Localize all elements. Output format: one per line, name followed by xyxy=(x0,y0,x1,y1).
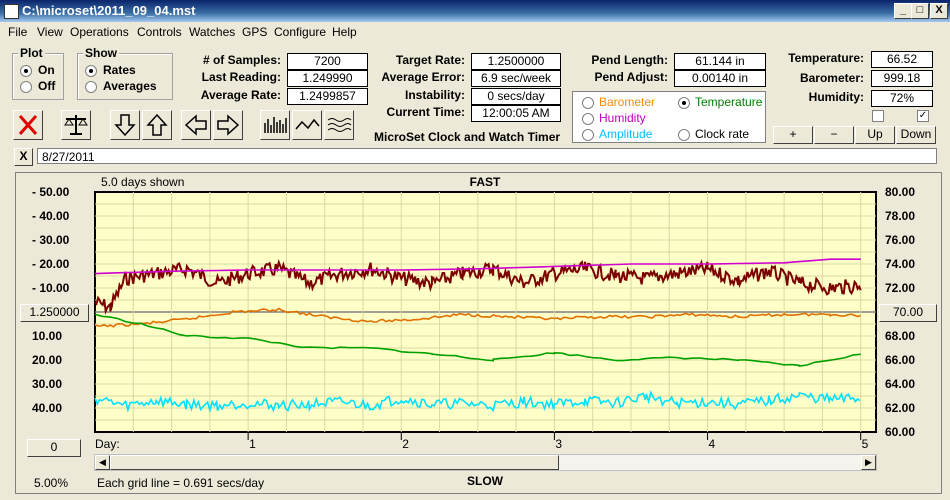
left-tick-label: - 40.00 xyxy=(32,209,70,223)
right-tick-label: 66.00 xyxy=(885,353,915,367)
right-tick-label: 68.00 xyxy=(885,329,915,343)
left-tick-label: 10.00 xyxy=(32,329,62,343)
x-tick-label: 5 xyxy=(862,437,869,451)
right-tick-label: 64.00 xyxy=(885,377,915,391)
left-tick-label: 40.00 xyxy=(32,401,62,415)
x-tick-label: 1 xyxy=(249,437,256,451)
right-tick-label: 62.00 xyxy=(885,401,915,415)
left-tick-label: - 50.00 xyxy=(32,185,70,199)
right-tick-label: 80.00 xyxy=(885,185,915,199)
x-tick-label: 2 xyxy=(402,437,409,451)
left-tick-label: - 30.00 xyxy=(32,233,70,247)
x-tick-label: 4 xyxy=(709,437,716,451)
app-window: C:\microset\2011_09_04.mst _ □ X File Vi… xyxy=(0,0,950,500)
right-tick-label: 76.00 xyxy=(885,233,915,247)
left-tick-label: - 10.00 xyxy=(32,281,70,295)
left-tick-label: 30.00 xyxy=(32,377,62,391)
right-tick-label: 78.00 xyxy=(885,209,915,223)
right-tick-label: 72.00 xyxy=(885,281,915,295)
right-tick-label: 74.00 xyxy=(885,257,915,271)
left-tick-label: 20.00 xyxy=(32,353,62,367)
left-tick-label: - 20.00 xyxy=(32,257,70,271)
x-tick-label: 3 xyxy=(555,437,562,451)
right-tick-label: 60.00 xyxy=(885,425,915,439)
rate-chart: - 50.00 - 40.00 - 30.00 - 20.00 - 10.00 10.00… xyxy=(32,185,915,451)
